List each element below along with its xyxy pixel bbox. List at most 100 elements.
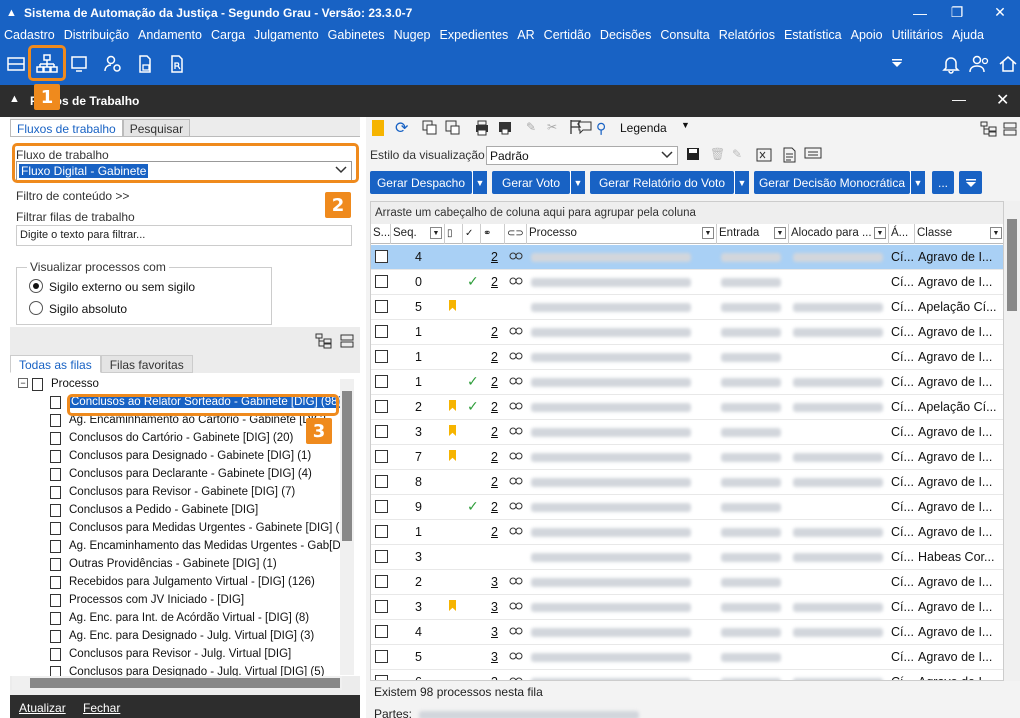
row-checkbox[interactable] bbox=[375, 675, 388, 680]
table-row[interactable]: 3 Cí... Habeas Cor... bbox=[371, 545, 1003, 570]
tab-filas-favoritas[interactable]: Filas favoritas bbox=[100, 355, 193, 373]
row-checkbox[interactable] bbox=[375, 650, 388, 663]
menu-item-gabinetes[interactable]: Gabinetes bbox=[328, 28, 385, 42]
parties-link[interactable]: 3 bbox=[491, 570, 498, 595]
menu-item-apoio[interactable]: Apoio bbox=[851, 28, 883, 42]
column-header[interactable]: Alocado para ... ▼ bbox=[789, 224, 889, 244]
table-row[interactable]: 0 ✓ 2 Cí... Agravo de I... bbox=[371, 270, 1003, 295]
column-header[interactable]: Seq. ▼ bbox=[391, 224, 445, 244]
legenda-dropdown-icon[interactable]: ▼ bbox=[681, 120, 690, 130]
radio-sigilo-externo-label[interactable]: Sigilo externo ou sem sigilo bbox=[49, 280, 195, 294]
grid-tree-icon[interactable] bbox=[980, 121, 998, 140]
panel-minimize-icon[interactable]: — bbox=[952, 91, 966, 107]
row-checkbox[interactable] bbox=[375, 425, 388, 438]
comment-icon[interactable] bbox=[578, 121, 592, 138]
link-icon[interactable] bbox=[509, 525, 523, 539]
radio-sigilo-absoluto-label[interactable]: Sigilo absoluto bbox=[49, 302, 127, 316]
link-icon[interactable] bbox=[509, 425, 523, 439]
row-checkbox[interactable] bbox=[375, 350, 388, 363]
link-icon[interactable] bbox=[509, 650, 523, 664]
queue-item[interactable]: Conclusos para Designado - Julg. Virtual… bbox=[50, 663, 324, 676]
link-icon[interactable] bbox=[509, 250, 523, 264]
parties-link[interactable]: 2 bbox=[491, 395, 498, 420]
home-icon[interactable] bbox=[994, 50, 1020, 78]
tree-root[interactable]: Processo bbox=[32, 375, 99, 393]
tree-vertical-scrollbar[interactable] bbox=[340, 379, 354, 675]
gerar-despacho-button[interactable]: Gerar Despacho bbox=[370, 171, 472, 194]
table-row[interactable]: 1 2 Cí... Agravo de I... bbox=[371, 520, 1003, 545]
save-icon[interactable] bbox=[686, 147, 700, 164]
tab-pesquisar[interactable]: Pesquisar bbox=[122, 119, 191, 137]
row-checkbox[interactable] bbox=[375, 250, 388, 263]
filter-queues-input[interactable]: Digite o texto para filtrar... bbox=[16, 225, 352, 246]
monitor-icon[interactable] bbox=[65, 50, 93, 78]
bell-icon[interactable] bbox=[937, 50, 965, 78]
refresh-icon[interactable]: ⟳ bbox=[395, 118, 408, 138]
gerar-despacho-dropdown[interactable]: ▼ bbox=[472, 171, 487, 194]
row-checkbox[interactable] bbox=[375, 475, 388, 488]
column-header[interactable]: ⊂⊃ bbox=[505, 224, 527, 244]
column-header[interactable]: ✓ bbox=[463, 224, 481, 244]
column-filter-icon[interactable]: ▼ bbox=[430, 227, 442, 239]
queue-item[interactable]: Conclusos para Designado - Gabinete [DIG… bbox=[50, 447, 311, 465]
row-checkbox[interactable] bbox=[375, 600, 388, 613]
inbox-icon[interactable] bbox=[2, 50, 30, 78]
tree-collapse-icon[interactable]: − bbox=[18, 378, 28, 388]
grid-vertical-scrollbar[interactable] bbox=[1004, 201, 1020, 681]
column-header[interactable]: Processo ▼ bbox=[527, 224, 717, 244]
table-row[interactable]: 6 3 Cí... Agravo de I... bbox=[371, 670, 1003, 680]
bookmark-icon[interactable] bbox=[372, 120, 384, 136]
table-row[interactable]: 1 2 Cí... Agravo de I... bbox=[371, 345, 1003, 370]
link-icon[interactable] bbox=[509, 675, 523, 680]
table-row[interactable]: 2 3 Cí... Agravo de I... bbox=[371, 570, 1003, 595]
link-icon[interactable] bbox=[509, 275, 523, 289]
document-list-icon[interactable] bbox=[782, 147, 796, 166]
row-checkbox[interactable] bbox=[375, 325, 388, 338]
menu-item-julgamento[interactable]: Julgamento bbox=[254, 28, 319, 42]
close-icon[interactable]: ✕ bbox=[980, 0, 1020, 25]
menu-item-nugep[interactable]: Nugep bbox=[394, 28, 431, 42]
parties-link[interactable]: 3 bbox=[491, 645, 498, 670]
table-row[interactable]: 3 2 Cí... Agravo de I... bbox=[371, 420, 1003, 445]
parties-link[interactable]: 3 bbox=[491, 670, 498, 680]
table-row[interactable]: 1 ✓ 2 Cí... Agravo de I... bbox=[371, 370, 1003, 395]
column-filter-icon[interactable]: ▼ bbox=[702, 227, 714, 239]
parties-link[interactable]: 2 bbox=[491, 320, 498, 345]
fechar-button[interactable]: Fechar bbox=[83, 701, 120, 715]
parties-link[interactable]: 2 bbox=[491, 495, 498, 520]
queue-tree-collapse-icon[interactable] bbox=[339, 333, 355, 352]
menu-item-ar[interactable]: AR bbox=[517, 28, 534, 42]
queue-item[interactable]: Conclusos do Cartório - Gabinete [DIG] (… bbox=[50, 429, 293, 447]
panel-close-icon[interactable]: ✕ bbox=[996, 90, 1009, 110]
parties-link[interactable]: 2 bbox=[491, 420, 498, 445]
gerar-relatorio-dropdown[interactable]: ▼ bbox=[734, 171, 749, 194]
minimize-icon[interactable]: — bbox=[900, 0, 940, 25]
tab-todas-filas[interactable]: Todas as filas bbox=[10, 355, 101, 373]
document-r-icon[interactable] bbox=[163, 50, 191, 78]
row-checkbox[interactable] bbox=[375, 300, 388, 313]
parties-link[interactable]: 2 bbox=[491, 470, 498, 495]
column-header[interactable]: ▯ bbox=[445, 224, 463, 244]
radio-sigilo-absoluto[interactable] bbox=[29, 301, 43, 315]
row-checkbox[interactable] bbox=[375, 275, 388, 288]
queue-item[interactable]: Ag. Enc. para Designado - Julg. Virtual … bbox=[50, 627, 314, 645]
link-icon[interactable] bbox=[509, 575, 523, 589]
parties-link[interactable]: 3 bbox=[491, 595, 498, 620]
link-icon[interactable] bbox=[509, 400, 523, 414]
more-actions-button[interactable]: ... bbox=[932, 171, 954, 194]
copy-icon[interactable] bbox=[422, 120, 438, 139]
print-icon[interactable] bbox=[497, 120, 513, 139]
column-header[interactable]: Entrada ▼ bbox=[717, 224, 789, 244]
toolbar-dropdown-icon[interactable] bbox=[883, 50, 911, 78]
parties-link[interactable]: 2 bbox=[491, 520, 498, 545]
parties-link[interactable]: 2 bbox=[491, 270, 498, 295]
print-lock-icon[interactable] bbox=[474, 120, 490, 139]
menu-item-decisoes[interactable]: Decisões bbox=[600, 28, 651, 42]
restore-icon[interactable]: ❐ bbox=[937, 0, 977, 25]
menu-item-expedientes[interactable]: Expedientes bbox=[439, 28, 508, 42]
parties-link[interactable]: 2 bbox=[491, 245, 498, 270]
column-filter-icon[interactable]: ▼ bbox=[774, 227, 786, 239]
table-row[interactable]: 5 Cí... Apelação Cí... bbox=[371, 295, 1003, 320]
column-filter-icon[interactable]: ▼ bbox=[990, 227, 1002, 239]
menu-item-andamento[interactable]: Andamento bbox=[138, 28, 202, 42]
